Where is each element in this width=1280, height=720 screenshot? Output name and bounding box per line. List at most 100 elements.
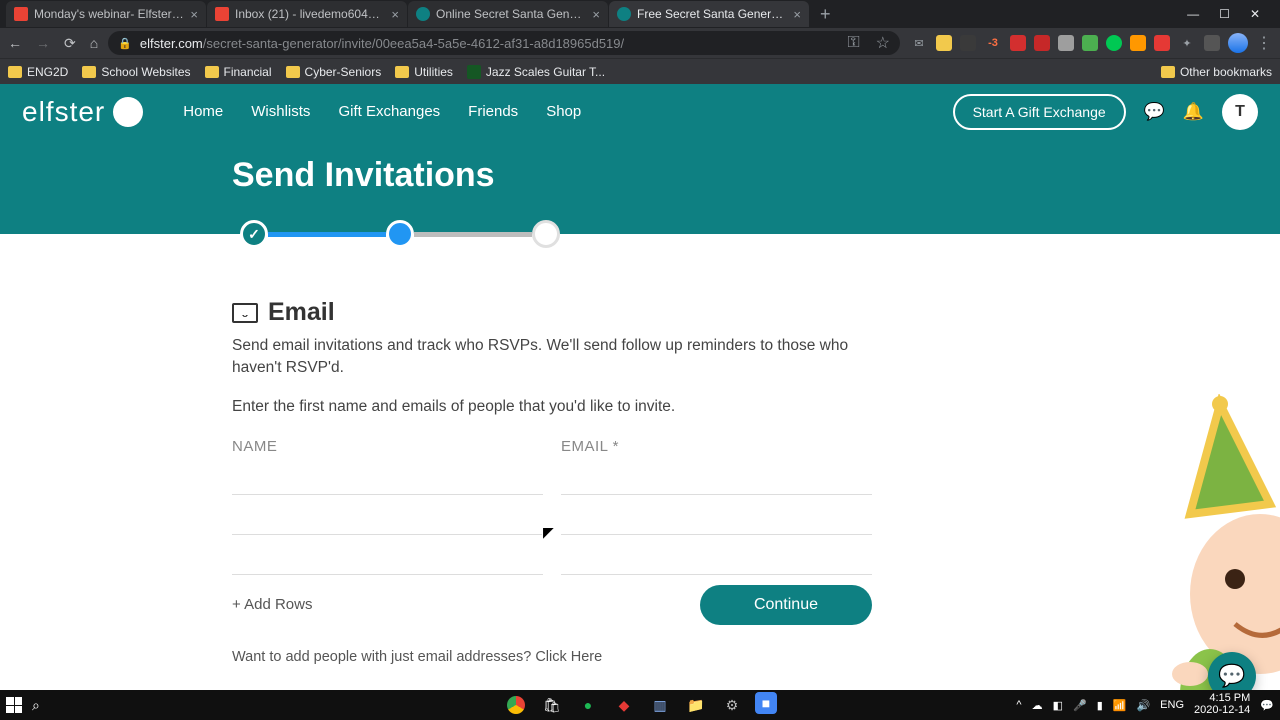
browser-toolbar: ← → ⟳ ⌂ 🔒 elfster.com/secret-santa-gener… <box>0 28 1280 58</box>
new-tab-button[interactable]: + <box>810 4 841 25</box>
email-description: Send email invitations and track who RSV… <box>232 335 872 380</box>
cast-icon[interactable] <box>1204 35 1220 51</box>
extension-icon[interactable] <box>1082 35 1098 51</box>
todoist-task-icon[interactable]: ◆ <box>611 692 637 718</box>
back-icon[interactable]: ← <box>8 35 22 51</box>
bookmark-folder[interactable]: ENG2D <box>8 65 68 79</box>
zoom-task-icon[interactable]: ■ <box>755 692 777 714</box>
extension-icon[interactable] <box>1106 35 1122 51</box>
nav-gift-exchanges[interactable]: Gift Exchanges <box>338 103 440 120</box>
tray-wifi-icon[interactable]: 📶 <box>1113 699 1127 712</box>
name-input-3[interactable] <box>232 541 543 575</box>
close-icon[interactable]: × <box>190 7 198 22</box>
browser-tab[interactable]: Monday's webinar- Elfster: Onlin × <box>6 1 206 27</box>
extension-icon[interactable] <box>936 35 952 51</box>
maximize-icon[interactable]: ☐ <box>1219 7 1230 21</box>
brand-text: elfster <box>22 96 105 128</box>
bookmark-folder[interactable]: School Websites <box>82 65 190 79</box>
menu-icon[interactable]: ⋮ <box>1256 33 1272 53</box>
folder-icon <box>8 66 22 78</box>
browser-tab[interactable]: Inbox (21) - livedemo6042@gma × <box>207 1 407 27</box>
nav-friends[interactable]: Friends <box>468 103 518 120</box>
address-bar[interactable]: 🔒 elfster.com/secret-santa-generator/inv… <box>108 31 900 55</box>
close-window-icon[interactable]: ✕ <box>1250 7 1260 21</box>
extension-icon[interactable] <box>1154 35 1170 51</box>
close-icon[interactable]: × <box>391 7 399 22</box>
elfster-icon <box>416 7 430 21</box>
nav-shop[interactable]: Shop <box>546 103 581 120</box>
tray-security-icon[interactable]: ◧ <box>1053 699 1063 712</box>
profile-avatar[interactable] <box>1228 33 1248 53</box>
extensions-icon[interactable]: ✦ <box>1178 34 1196 52</box>
tray-battery-icon[interactable]: ▮ <box>1097 699 1103 712</box>
progress-stepper: ✓ <box>240 220 560 248</box>
window-controls: — ☐ ✕ <box>1173 7 1274 21</box>
add-rows-button[interactable]: + Add Rows <box>232 596 312 613</box>
connector <box>414 232 532 237</box>
spotify-task-icon[interactable]: ● <box>575 692 601 718</box>
nav-links: Home Wishlists Gift Exchanges Friends Sh… <box>183 103 581 120</box>
browser-tab-active[interactable]: Free Secret Santa Generator | Elf × <box>609 1 809 27</box>
bookmark-item[interactable]: Jazz Scales Guitar T... <box>467 65 605 79</box>
nav-wishlists[interactable]: Wishlists <box>251 103 310 120</box>
star-icon[interactable]: ☆ <box>876 33 890 53</box>
bulk-add-link[interactable]: Click Here <box>535 649 602 665</box>
close-icon[interactable]: × <box>592 7 600 22</box>
tray-mic-icon[interactable]: 🎤 <box>1073 699 1087 712</box>
extension-icon[interactable]: -3 <box>984 34 1002 52</box>
notifications-icon[interactable]: 💬 <box>1260 699 1274 712</box>
email-input-1[interactable] <box>561 461 872 495</box>
email-instruction: Enter the first name and emails of peopl… <box>232 398 872 416</box>
user-avatar[interactable]: T <box>1222 94 1258 130</box>
page-viewport: elfster Home Wishlists Gift Exchanges Fr… <box>0 84 1280 690</box>
email-input-2[interactable] <box>561 501 872 535</box>
minimize-icon[interactable]: — <box>1187 7 1199 21</box>
extension-icon[interactable] <box>1010 35 1026 51</box>
chat-icon[interactable]: 💬 <box>1144 102 1165 122</box>
reload-icon[interactable]: ⟳ <box>64 35 76 52</box>
browser-tab[interactable]: Online Secret Santa Generator & × <box>408 1 608 27</box>
bookmark-folder[interactable]: Utilities <box>395 65 453 79</box>
bulk-add-prompt: Want to add people with just email addre… <box>232 649 872 665</box>
close-icon[interactable]: × <box>793 7 801 22</box>
nav-home[interactable]: Home <box>183 103 223 120</box>
extension-icon[interactable] <box>1058 35 1074 51</box>
step-3-pending <box>532 220 560 248</box>
bookmark-folder[interactable]: Financial <box>205 65 272 79</box>
extension-icon[interactable] <box>1130 35 1146 51</box>
hero-banner: elfster Home Wishlists Gift Exchanges Fr… <box>0 84 1280 234</box>
tray-onedrive-icon[interactable]: ☁ <box>1032 699 1043 712</box>
name-column-label: NAME <box>232 438 543 455</box>
folder-icon <box>1161 66 1175 78</box>
tray-chevron-icon[interactable]: ^ <box>1016 699 1021 711</box>
bookmark-folder[interactable]: Cyber-Seniors <box>286 65 382 79</box>
mail-icon[interactable]: ✉ <box>910 34 928 52</box>
explorer-task-icon[interactable]: 📁 <box>683 692 709 718</box>
tray-volume-icon[interactable]: 🔊 <box>1136 699 1150 712</box>
key-icon[interactable]: ⚿ <box>847 34 859 52</box>
system-clock[interactable]: 4:15 PM 2020-12-14 <box>1194 693 1250 716</box>
continue-button[interactable]: Continue <box>700 585 872 625</box>
brand-logo[interactable]: elfster <box>22 96 143 128</box>
connector <box>268 232 386 237</box>
elfster-icon <box>617 7 631 21</box>
search-button[interactable]: ⌕ <box>32 697 40 714</box>
chrome-task-icon[interactable] <box>503 692 529 718</box>
forward-icon[interactable]: → <box>36 35 50 51</box>
name-input-1[interactable] <box>232 461 543 495</box>
home-icon[interactable]: ⌂ <box>90 35 98 51</box>
email-input-3[interactable] <box>561 541 872 575</box>
bell-icon[interactable]: 🔔 <box>1183 102 1204 122</box>
email-section-heading: Email <box>232 298 872 327</box>
start-button[interactable] <box>6 697 22 713</box>
extension-icon[interactable] <box>960 35 976 51</box>
other-bookmarks[interactable]: Other bookmarks <box>1161 65 1272 79</box>
store-task-icon[interactable]: 🛍 <box>539 692 565 718</box>
tray-language[interactable]: ENG <box>1160 699 1184 711</box>
step-2-active <box>386 220 414 248</box>
name-input-2[interactable] <box>232 501 543 535</box>
extension-icon[interactable] <box>1034 35 1050 51</box>
start-exchange-button[interactable]: Start A Gift Exchange <box>953 94 1126 130</box>
settings-task-icon[interactable]: ⚙ <box>719 692 745 718</box>
notes-task-icon[interactable]: ▥ <box>647 692 673 718</box>
